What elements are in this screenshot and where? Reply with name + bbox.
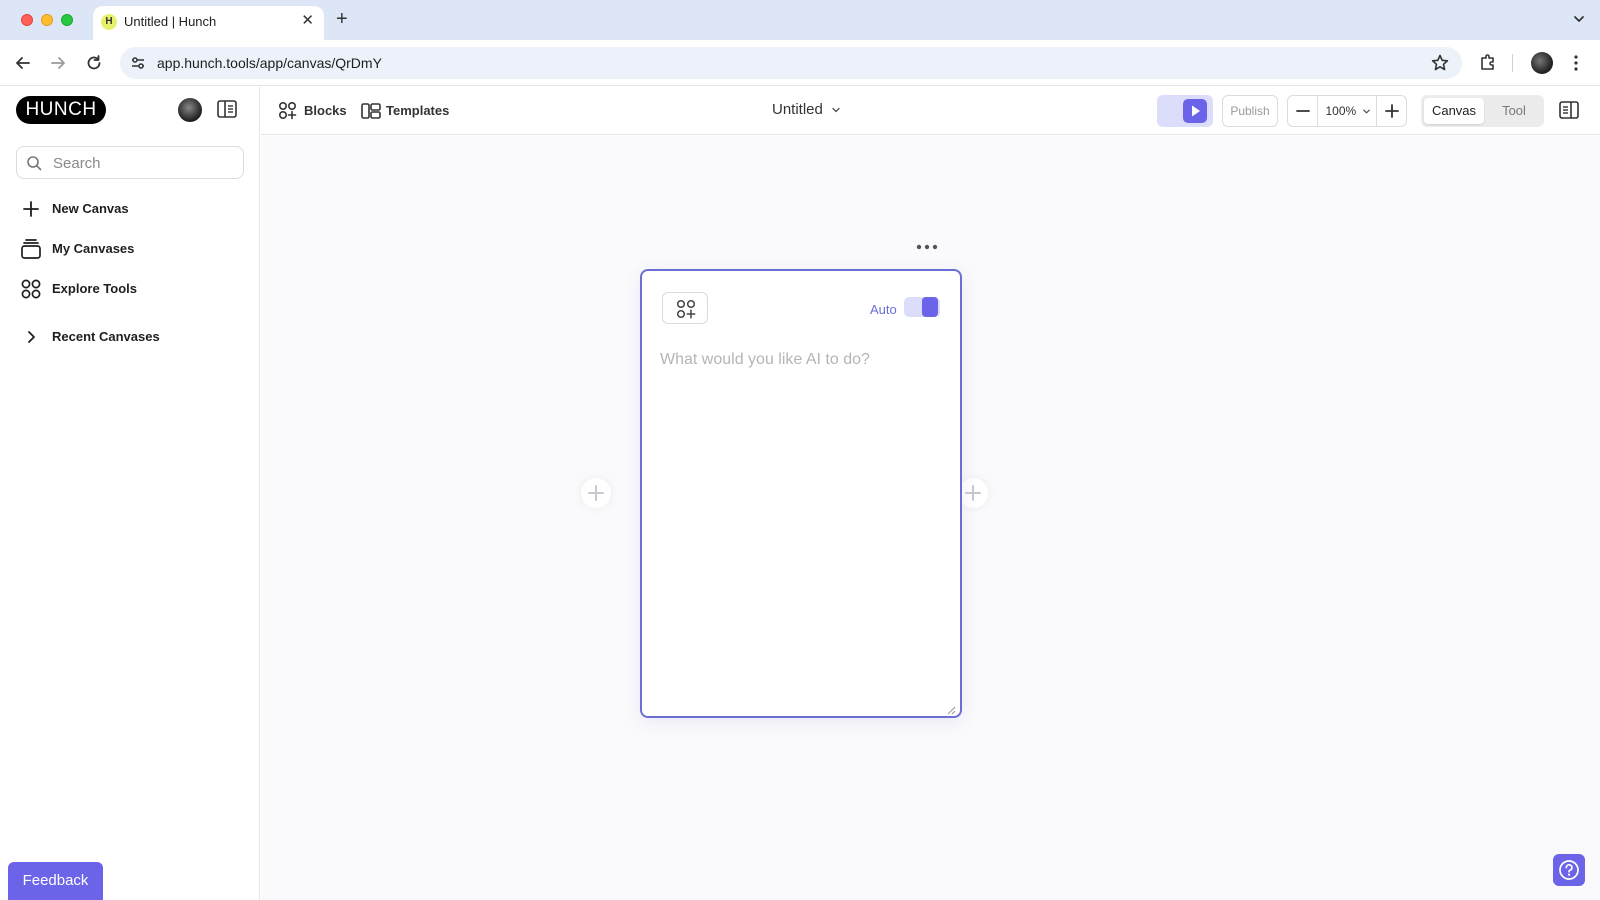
reload-icon[interactable] bbox=[84, 53, 104, 73]
zoom-in-button[interactable] bbox=[1376, 96, 1406, 126]
sidebar-item-label: Explore Tools bbox=[52, 281, 137, 296]
grid-icon bbox=[20, 278, 42, 305]
add-block-left-button[interactable] bbox=[581, 478, 611, 508]
chevron-right-icon bbox=[20, 326, 42, 353]
window-zoom-button[interactable] bbox=[61, 14, 73, 26]
add-block-right-button[interactable] bbox=[958, 478, 988, 508]
blocks-icon bbox=[278, 101, 298, 126]
url-text[interactable]: app.hunch.tools/app/canvas/QrDmY bbox=[157, 55, 382, 71]
mode-canvas-tab[interactable]: Canvas bbox=[1424, 98, 1484, 124]
block-type-button[interactable] bbox=[662, 292, 708, 324]
sidebar-item-label: New Canvas bbox=[52, 201, 129, 216]
sidebar-item-explore-tools[interactable]: Explore Tools bbox=[20, 276, 250, 302]
help-button[interactable] bbox=[1553, 854, 1585, 886]
window-close-button[interactable] bbox=[21, 14, 33, 26]
extensions-puzzle-icon[interactable] bbox=[1478, 52, 1498, 77]
templates-icon bbox=[360, 101, 382, 126]
blocks-icon bbox=[676, 299, 696, 319]
resize-handle-icon[interactable] bbox=[946, 702, 956, 715]
sidebar-search bbox=[16, 146, 244, 179]
forward-arrow-icon[interactable] bbox=[48, 53, 68, 73]
toggle-right-panel-icon[interactable] bbox=[1558, 100, 1580, 125]
sidebar-item-label: My Canvases bbox=[52, 241, 135, 256]
stack-icon bbox=[20, 238, 42, 265]
tab-title: Untitled | Hunch bbox=[124, 14, 217, 29]
auto-toggle-switch[interactable] bbox=[904, 297, 940, 317]
collapse-sidebar-icon[interactable] bbox=[216, 99, 238, 124]
sidebar-item-label: Recent Canvases bbox=[52, 329, 160, 344]
feedback-button[interactable]: Feedback bbox=[8, 862, 103, 900]
site-settings-icon[interactable] bbox=[130, 55, 146, 76]
block-more-options-icon[interactable] bbox=[915, 240, 939, 252]
ai-prompt-input[interactable] bbox=[660, 351, 944, 691]
auto-label: Auto bbox=[870, 302, 897, 317]
search-icon bbox=[26, 155, 42, 176]
tab-close-icon[interactable]: ✕ bbox=[301, 12, 314, 30]
tab-search-chevron-icon[interactable] bbox=[1572, 12, 1586, 31]
new-tab-button[interactable]: + bbox=[336, 9, 348, 29]
toggle-knob bbox=[922, 297, 938, 317]
view-mode-toggle: Canvas Tool bbox=[1421, 95, 1544, 127]
sidebar-item-new-canvas[interactable]: New Canvas bbox=[20, 196, 250, 222]
blocks-label: Blocks bbox=[304, 103, 347, 118]
plus-icon bbox=[20, 198, 42, 225]
browser-toolbar: app.hunch.tools/app/canvas/QrDmY bbox=[0, 40, 1600, 86]
back-arrow-icon[interactable] bbox=[13, 53, 33, 73]
help-question-icon bbox=[1559, 860, 1579, 880]
zoom-controls: 100% bbox=[1287, 95, 1407, 127]
sidebar-item-recent-canvases[interactable]: Recent Canvases bbox=[20, 324, 250, 350]
chevron-down-icon bbox=[831, 102, 841, 119]
app-sidebar: HUNCH New Canvas My Canvases Explore Too… bbox=[0, 87, 260, 900]
browser-profile-avatar[interactable] bbox=[1531, 52, 1553, 74]
canvas-title-dropdown[interactable]: Untitled bbox=[772, 101, 841, 119]
canvas-area[interactable]: Auto bbox=[261, 136, 1600, 900]
browser-tab-active[interactable]: H Untitled | Hunch ✕ bbox=[93, 6, 324, 40]
hunch-favicon-icon: H bbox=[101, 14, 117, 30]
user-avatar[interactable] bbox=[178, 98, 202, 122]
prompt-block-card[interactable]: Auto bbox=[640, 269, 962, 718]
run-button[interactable] bbox=[1157, 95, 1213, 127]
zoom-level-value: 100% bbox=[1325, 104, 1357, 118]
browser-menu-kebab-icon[interactable] bbox=[1573, 53, 1579, 78]
sidebar-item-my-canvases[interactable]: My Canvases bbox=[20, 236, 250, 262]
search-input[interactable] bbox=[53, 152, 233, 174]
toolbar-divider bbox=[1512, 54, 1513, 72]
zoom-out-button[interactable] bbox=[1288, 96, 1318, 126]
publish-button[interactable]: Publish bbox=[1222, 95, 1278, 127]
browser-tab-strip: H Untitled | Hunch ✕ + bbox=[0, 0, 1600, 40]
chevron-down-icon bbox=[1362, 97, 1371, 127]
canvas-title: Untitled bbox=[772, 101, 823, 118]
window-minimize-button[interactable] bbox=[41, 14, 53, 26]
app-header: Blocks Templates Untitled Publish 100% C… bbox=[261, 87, 1600, 135]
bookmark-star-icon[interactable] bbox=[1430, 53, 1450, 78]
address-bar[interactable]: app.hunch.tools/app/canvas/QrDmY bbox=[120, 47, 1462, 79]
play-icon bbox=[1183, 99, 1207, 123]
hunch-logo[interactable]: HUNCH bbox=[16, 96, 106, 124]
templates-label: Templates bbox=[386, 103, 450, 118]
mode-tool-tab[interactable]: Tool bbox=[1487, 98, 1541, 124]
zoom-level-dropdown[interactable]: 100% bbox=[1318, 96, 1378, 126]
